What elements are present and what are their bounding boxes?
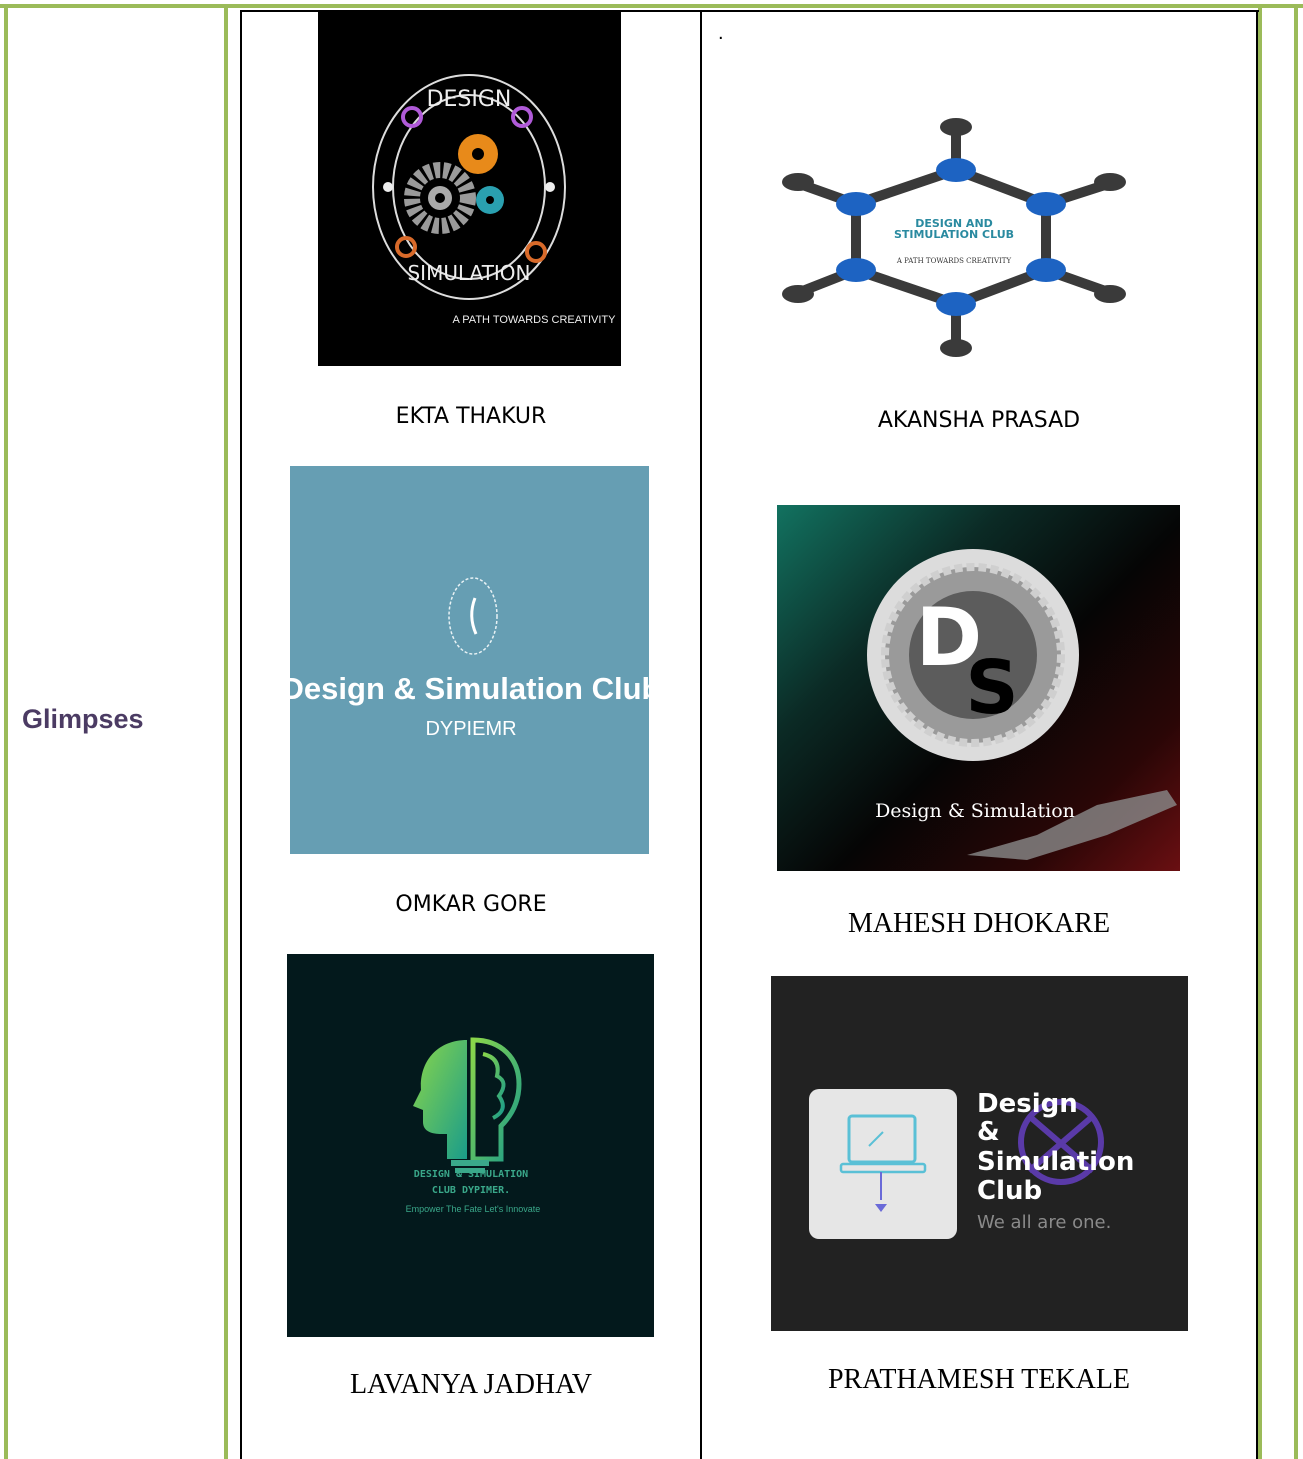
- logo-text-line: &: [977, 1117, 1000, 1147]
- logo-text-line: CLUB DYPIMER.: [432, 1185, 510, 1196]
- logo-ekta-thakur: DESIGN SIMULATION A PATH TOWARDS CREATIV…: [318, 12, 621, 366]
- member-name: EKTA THAKUR: [395, 404, 547, 429]
- logo-text-line: DESIGN: [427, 87, 512, 112]
- logo-text-line: Empower The Fate Let's Innovate: [406, 1204, 541, 1214]
- table-border-left: [4, 4, 8, 1459]
- member-name: MAHESH DHOKARE: [847, 908, 1111, 939]
- logo-akansha-prasad: DESIGN AND STIMULATION CLUB A PATH TOWAR…: [778, 112, 1130, 362]
- section-label: Glimpses: [22, 704, 144, 734]
- logo-text-line: Design: [977, 1089, 1078, 1119]
- logo-text-line: A PATH TOWARDS CREATIVITY: [453, 314, 617, 326]
- logo-omkar-gore: Design & Simulation Club DYPIEMR: [290, 466, 649, 854]
- table-border-right: [1294, 4, 1298, 1459]
- member-name: PRATHAMESH TEKALE: [827, 1364, 1131, 1395]
- logo-lavanya-jadhav: DESIGN & SIMULATION CLUB DYPIMER. Empowe…: [287, 954, 654, 1337]
- logo-text-line: DESIGN & SIMULATION: [414, 1169, 528, 1180]
- logo-text-line: Club: [977, 1176, 1042, 1206]
- logo-text-line: S: [965, 645, 1018, 731]
- logo-text-line: STIMULATION CLUB: [894, 228, 1014, 241]
- logo-text-line: DYPIEMR: [425, 718, 516, 740]
- logo-text-line: Simulation: [977, 1147, 1134, 1177]
- inner-border-left: [240, 10, 242, 1459]
- logo-prathamesh-tekale: Design & Simulation Club We all are one.: [771, 976, 1188, 1331]
- member-name: OMKAR GORE: [395, 892, 547, 917]
- logo-text-line: Design & Simulation: [875, 800, 1075, 822]
- inner-border-right: [1256, 10, 1258, 1459]
- logo-text-line: SIMULATION: [407, 261, 530, 285]
- column-divider-1: [224, 4, 228, 1459]
- member-name: AKANSHA PRASAD: [877, 408, 1081, 433]
- logo-mahesh-dhokare: D S Design & Simulation: [777, 505, 1180, 871]
- logo-text-line: Design & Simulation Club: [290, 671, 649, 706]
- column-divider-2: [1258, 4, 1262, 1459]
- inner-border-middle: [700, 10, 702, 1459]
- logo-text-line: A PATH TOWARDS CREATIVITY: [896, 257, 1012, 265]
- stray-mark: .: [718, 22, 724, 44]
- member-name: LAVANYA JADHAV: [350, 1369, 592, 1400]
- logo-text-line: We all are one.: [977, 1212, 1111, 1233]
- table-border-top: [0, 4, 1303, 8]
